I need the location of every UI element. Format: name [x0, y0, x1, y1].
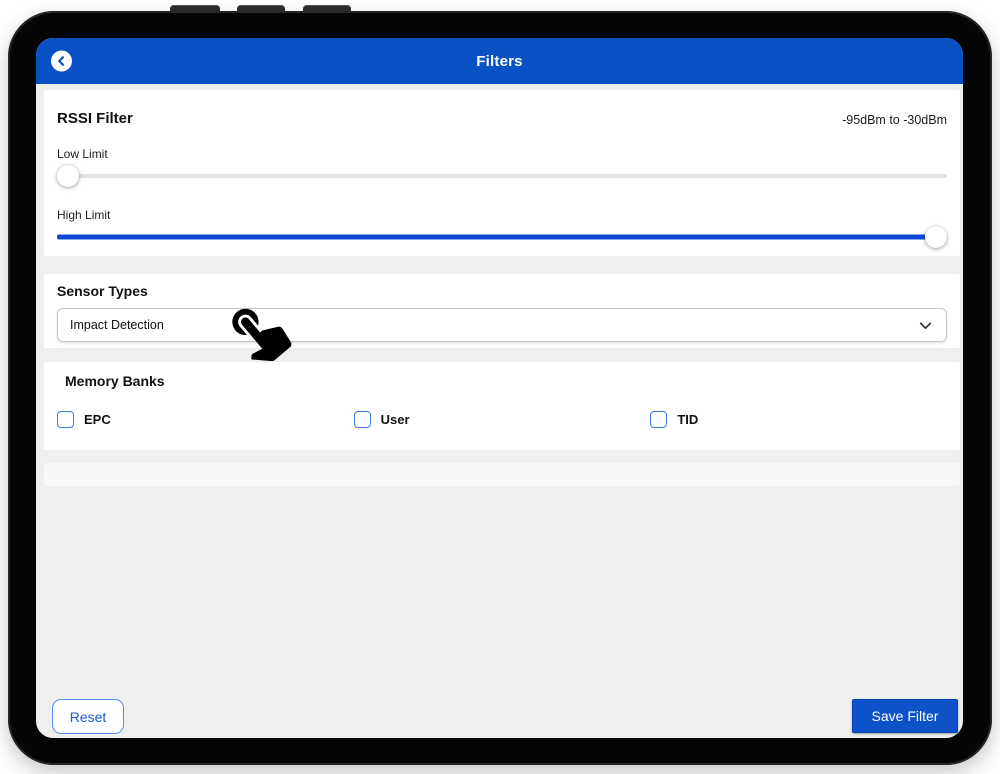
tid-checkbox-label: TID: [677, 412, 698, 427]
memory-banks-row: EPC User TID: [57, 411, 947, 428]
high-limit-slider[interactable]: [57, 225, 947, 249]
low-limit-slider-handle[interactable]: [57, 165, 79, 187]
memory-banks-card: Memory Banks EPC User TID: [44, 362, 960, 450]
sensor-types-dropdown[interactable]: Impact Detection: [57, 308, 947, 342]
high-limit-slider-handle[interactable]: [925, 226, 947, 248]
memory-bank-option-user: User: [354, 411, 651, 428]
sensor-types-selected-value: Impact Detection: [70, 318, 164, 332]
high-limit-label: High Limit: [57, 208, 947, 222]
epc-checkbox[interactable]: [57, 411, 74, 428]
rssi-range-text: -95dBm to -30dBm: [842, 113, 947, 127]
memory-bank-option-tid: TID: [650, 411, 947, 428]
slider-fill: [57, 235, 947, 240]
slider-track: [57, 174, 947, 178]
user-checkbox-label: User: [381, 412, 410, 427]
sensor-types-title: Sensor Types: [57, 274, 947, 299]
user-checkbox[interactable]: [354, 411, 371, 428]
chevron-left-icon: [56, 56, 67, 67]
tablet-frame: Filters RSSI Filter -95dBm to -30dBm Low…: [8, 11, 992, 765]
rssi-filter-card: RSSI Filter -95dBm to -30dBm Low Limit H…: [44, 90, 960, 256]
save-filter-button[interactable]: Save Filter: [852, 699, 958, 733]
low-limit-label: Low Limit: [57, 147, 947, 161]
rssi-filter-title: RSSI Filter: [57, 110, 133, 127]
sensor-types-card: Sensor Types Impact Detection: [44, 274, 960, 348]
back-button[interactable]: [51, 51, 72, 72]
page-title: Filters: [476, 53, 522, 70]
reset-button[interactable]: Reset: [52, 699, 124, 734]
tid-checkbox[interactable]: [650, 411, 667, 428]
chevron-down-icon: [917, 317, 934, 334]
empty-section-strip: [44, 463, 960, 486]
low-limit-slider[interactable]: [57, 164, 947, 188]
canvas: Filters RSSI Filter -95dBm to -30dBm Low…: [0, 0, 1000, 774]
memory-banks-title: Memory Banks: [57, 362, 947, 389]
app-bar: Filters: [36, 38, 963, 84]
screen: Filters RSSI Filter -95dBm to -30dBm Low…: [36, 38, 963, 738]
memory-bank-option-epc: EPC: [57, 411, 354, 428]
epc-checkbox-label: EPC: [84, 412, 111, 427]
